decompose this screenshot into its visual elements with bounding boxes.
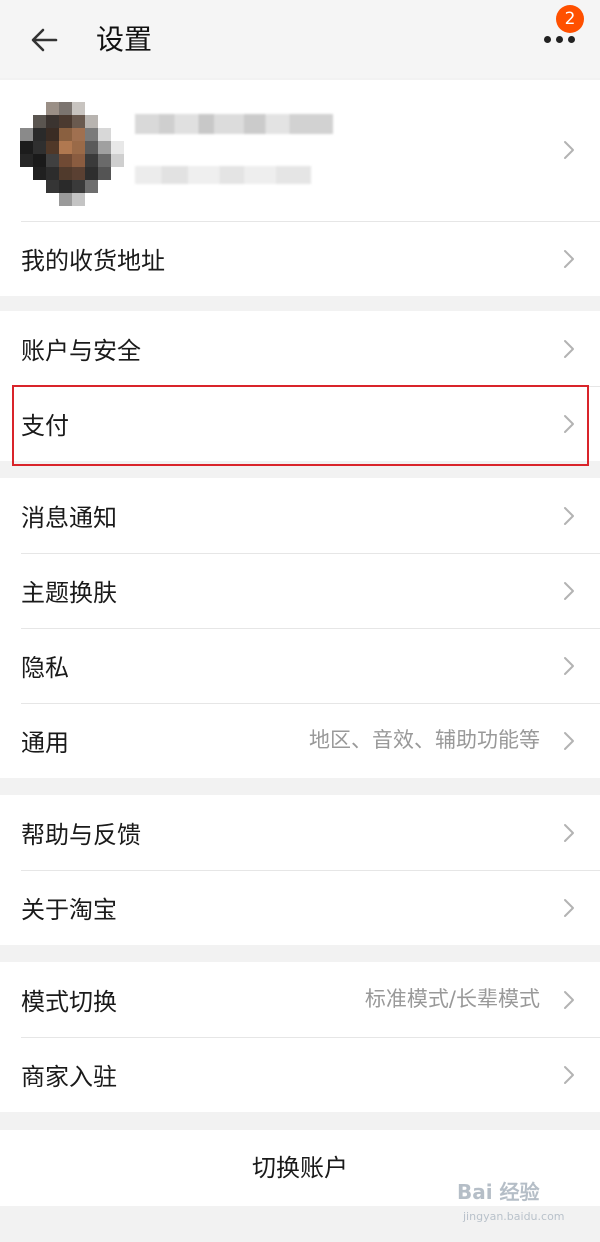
general-group: 消息通知 主题换肤 隐私 通用 地区、音效、辅助功能等 [0,478,600,778]
row-label: 消息通知 [21,504,117,532]
profile-name [135,114,333,134]
settings-row-general[interactable]: 通用 地区、音效、辅助功能等 [0,703,600,778]
watermark-text: Bai 经验 [457,1180,540,1204]
settings-row-privacy[interactable]: 隐私 [0,628,600,703]
row-label: 关于淘宝 [21,896,117,924]
settings-row-merchant[interactable]: 商家入驻 [0,1037,600,1112]
profile-row[interactable] [0,80,600,221]
chevron-right-icon [564,732,574,750]
page-title: 设置 [96,23,153,56]
back-button[interactable] [26,20,66,60]
profile-subtitle [135,166,311,184]
chevron-right-icon [564,340,574,358]
row-label: 模式切换 [21,988,117,1016]
settings-row-address[interactable]: 我的收货地址 [0,221,600,296]
chevron-right-icon [564,415,574,433]
row-label: 隐私 [21,654,69,682]
row-label: 商家入驻 [21,1063,117,1091]
row-label: 帮助与反馈 [21,821,141,849]
chevron-right-icon [564,657,574,675]
row-hint: 地区、音效、辅助功能等 [309,728,540,752]
row-label: 账户与安全 [21,337,141,365]
row-hint: 标准模式/长辈模式 [364,987,540,1011]
watermark: Bai 经验 jingyan.baidu.com [455,1170,595,1232]
profile-group: 我的收货地址 [0,80,600,296]
chevron-right-icon [564,1066,574,1084]
row-label: 通用 [21,729,69,757]
chevron-right-icon [564,141,574,159]
chevron-right-icon [564,507,574,525]
settings-row-notifications[interactable]: 消息通知 [0,478,600,553]
settings-row-help-feedback[interactable]: 帮助与反馈 [0,795,600,870]
settings-row-mode-switch[interactable]: 模式切换 标准模式/长辈模式 [0,962,600,1037]
mode-group: 模式切换 标准模式/长辈模式 商家入驻 [0,962,600,1112]
arrow-left-icon [31,28,58,52]
help-group: 帮助与反馈 关于淘宝 [0,795,600,945]
account-group: 账户与安全 支付 [0,311,600,461]
row-label: 支付 [21,412,69,440]
notification-badge: 2 [556,5,584,33]
settings-row-account-security[interactable]: 账户与安全 [0,311,600,386]
chevron-right-icon [564,824,574,842]
avatar [20,102,124,206]
chevron-right-icon [564,582,574,600]
settings-row-about[interactable]: 关于淘宝 [0,870,600,945]
top-bar: 设置 2 [0,0,600,78]
chevron-right-icon [564,250,574,268]
watermark-sub: jingyan.baidu.com [463,1210,565,1223]
settings-row-theme[interactable]: 主题换肤 [0,553,600,628]
settings-page: 设置 2 我的收货地址 账户与安全 支付 消息通知 主题换肤 隐私 通用 地区、… [0,0,600,1242]
row-label: 主题换肤 [21,579,117,607]
row-label: 我的收货地址 [21,247,165,275]
chevron-right-icon [564,991,574,1009]
settings-row-payment[interactable]: 支付 [0,386,600,461]
chevron-right-icon [564,899,574,917]
